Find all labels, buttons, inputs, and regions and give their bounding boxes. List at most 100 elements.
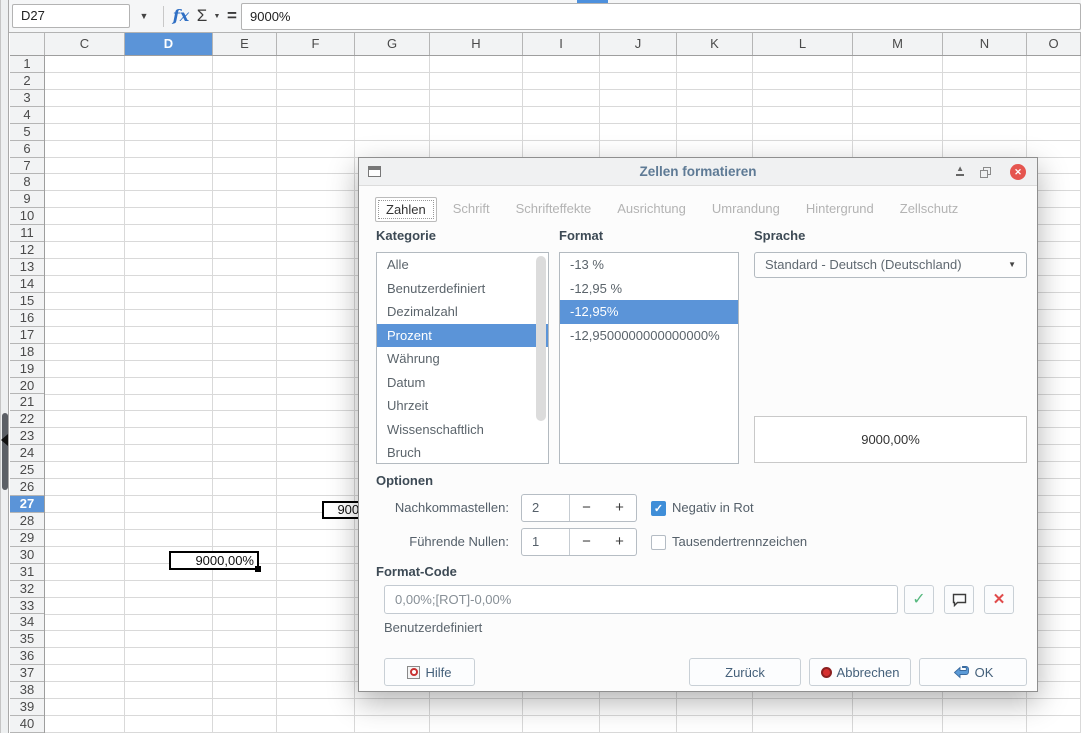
format-code-input[interactable]: 0,00%;[ROT]-0,00%	[384, 585, 898, 614]
format-item[interactable]: -13 %	[560, 253, 738, 277]
row-header-33[interactable]: 33	[10, 598, 44, 615]
thousands-separator-checkbox[interactable]: ✓	[651, 535, 666, 550]
format-item[interactable]: -12,95%	[560, 300, 738, 324]
delete-format-button[interactable]: ✕	[984, 585, 1014, 614]
row-header-31[interactable]: 31	[10, 564, 44, 581]
dialog-titlebar[interactable]: Zellen formatieren ▲ ✕	[359, 158, 1037, 186]
leading-zeroes-plus-button[interactable]: +	[603, 529, 636, 555]
category-item[interactable]: Wissenschaftlich	[377, 418, 548, 442]
category-item[interactable]: Dezimalzahl	[377, 300, 548, 324]
decimal-places-minus-button[interactable]: −	[570, 495, 603, 521]
row-header-14[interactable]: 14	[10, 276, 44, 293]
language-dropdown[interactable]: Standard - Deutsch (Deutschland) ▼	[754, 252, 1027, 278]
row-header-21[interactable]: 21	[10, 394, 44, 411]
help-button[interactable]: Hilfe	[384, 658, 475, 686]
row-header-20[interactable]: 20	[10, 378, 44, 395]
category-list-scrollbar[interactable]	[536, 256, 546, 421]
function-wizard-icon[interactable]: fx	[170, 4, 192, 28]
decimal-places-input[interactable]: 2	[522, 495, 570, 521]
column-header-H[interactable]: H	[430, 33, 523, 55]
column-header-K[interactable]: K	[677, 33, 753, 55]
cell-D27[interactable]: 9000,00%	[169, 551, 259, 570]
split-arrow-icon[interactable]	[1, 434, 8, 446]
row-header-10[interactable]: 10	[10, 208, 44, 225]
category-list[interactable]: AlleBenutzerdefiniertDezimalzahlProzentW…	[376, 252, 549, 464]
back-button[interactable]: Zurück	[689, 658, 801, 686]
row-header-24[interactable]: 24	[10, 445, 44, 462]
category-item[interactable]: Uhrzeit	[377, 394, 548, 418]
row-header-40[interactable]: 40	[10, 716, 44, 733]
row-header-18[interactable]: 18	[10, 344, 44, 361]
format-item[interactable]: -12,9500000000000000%	[560, 324, 738, 348]
tab-zellschutz[interactable]: Zellschutz	[890, 197, 969, 222]
tab-schrift[interactable]: Schrift	[443, 197, 500, 222]
row-header-27[interactable]: 27	[10, 496, 44, 513]
decimal-places-plus-button[interactable]: +	[603, 495, 636, 521]
negative-red-checkbox[interactable]: ✓	[651, 501, 666, 516]
row-header-23[interactable]: 23	[10, 428, 44, 445]
name-box[interactable]: D27	[12, 4, 130, 28]
row-header-34[interactable]: 34	[10, 614, 44, 631]
row-header-6[interactable]: 6	[10, 141, 44, 158]
row-header-26[interactable]: 26	[10, 479, 44, 496]
row-header-12[interactable]: 12	[10, 242, 44, 259]
format-list[interactable]: -13 %-12,95 %-12,95%-12,9500000000000000…	[559, 252, 739, 464]
formula-input[interactable]: 9000%	[241, 3, 1081, 30]
category-item[interactable]: Währung	[377, 347, 548, 371]
row-header-17[interactable]: 17	[10, 327, 44, 344]
row-header-22[interactable]: 22	[10, 411, 44, 428]
row-header-4[interactable]: 4	[10, 107, 44, 124]
row-header-5[interactable]: 5	[10, 124, 44, 141]
category-item[interactable]: Datum	[377, 371, 548, 395]
category-item[interactable]: Prozent	[377, 324, 548, 348]
shade-icon[interactable]: ▲	[956, 164, 964, 176]
leading-zeroes-minus-button[interactable]: −	[570, 529, 603, 555]
row-header-16[interactable]: 16	[10, 310, 44, 327]
row-header-7[interactable]: 7	[10, 158, 44, 175]
column-header-F[interactable]: F	[277, 33, 355, 55]
column-header-N[interactable]: N	[943, 33, 1027, 55]
row-header-29[interactable]: 29	[10, 530, 44, 547]
equals-icon[interactable]: =	[224, 4, 240, 28]
format-item[interactable]: -12,95 %	[560, 277, 738, 301]
column-header-M[interactable]: M	[853, 33, 943, 55]
row-header-30[interactable]: 30	[10, 547, 44, 564]
column-header-O[interactable]: O	[1027, 33, 1081, 55]
sum-icon[interactable]: Σ	[193, 4, 211, 28]
row-header-19[interactable]: 19	[10, 361, 44, 378]
leading-zeroes-input[interactable]: 1	[522, 529, 570, 555]
name-box-dropdown-icon[interactable]: ▼	[131, 4, 157, 28]
row-header-35[interactable]: 35	[10, 631, 44, 648]
row-header-8[interactable]: 8	[10, 174, 44, 191]
comment-button[interactable]	[944, 585, 974, 614]
column-header-D[interactable]: D	[125, 33, 213, 55]
tab-ausrichtung[interactable]: Ausrichtung	[607, 197, 696, 222]
column-header-G[interactable]: G	[355, 33, 430, 55]
confirm-format-button[interactable]: ✓	[904, 585, 934, 614]
column-header-J[interactable]: J	[600, 33, 677, 55]
row-header-28[interactable]: 28	[10, 513, 44, 530]
select-all-corner[interactable]	[10, 33, 45, 55]
cancel-button[interactable]: Abbrechen	[809, 658, 911, 686]
row-header-37[interactable]: 37	[10, 665, 44, 682]
left-scrollbar-track[interactable]	[0, 0, 9, 733]
ok-button[interactable]: OK	[919, 658, 1027, 686]
category-item[interactable]: Benutzerdefiniert	[377, 277, 548, 301]
row-header-3[interactable]: 3	[10, 90, 44, 107]
row-header-11[interactable]: 11	[10, 225, 44, 242]
category-item[interactable]: Bruch	[377, 441, 548, 464]
row-header-32[interactable]: 32	[10, 581, 44, 598]
sum-dropdown-icon[interactable]: ▼	[211, 4, 223, 28]
row-header-13[interactable]: 13	[10, 259, 44, 276]
restore-icon[interactable]	[980, 166, 991, 181]
row-header-2[interactable]: 2	[10, 73, 44, 90]
row-header-9[interactable]: 9	[10, 191, 44, 208]
row-header-1[interactable]: 1	[10, 56, 44, 73]
row-header-36[interactable]: 36	[10, 648, 44, 665]
tab-schrifteffekte[interactable]: Schrifteffekte	[506, 197, 602, 222]
tab-zahlen[interactable]: Zahlen	[375, 197, 437, 222]
left-scrollbar-thumb[interactable]	[2, 413, 8, 490]
column-header-L[interactable]: L	[753, 33, 853, 55]
row-header-38[interactable]: 38	[10, 682, 44, 699]
close-icon[interactable]: ✕	[1010, 164, 1026, 180]
